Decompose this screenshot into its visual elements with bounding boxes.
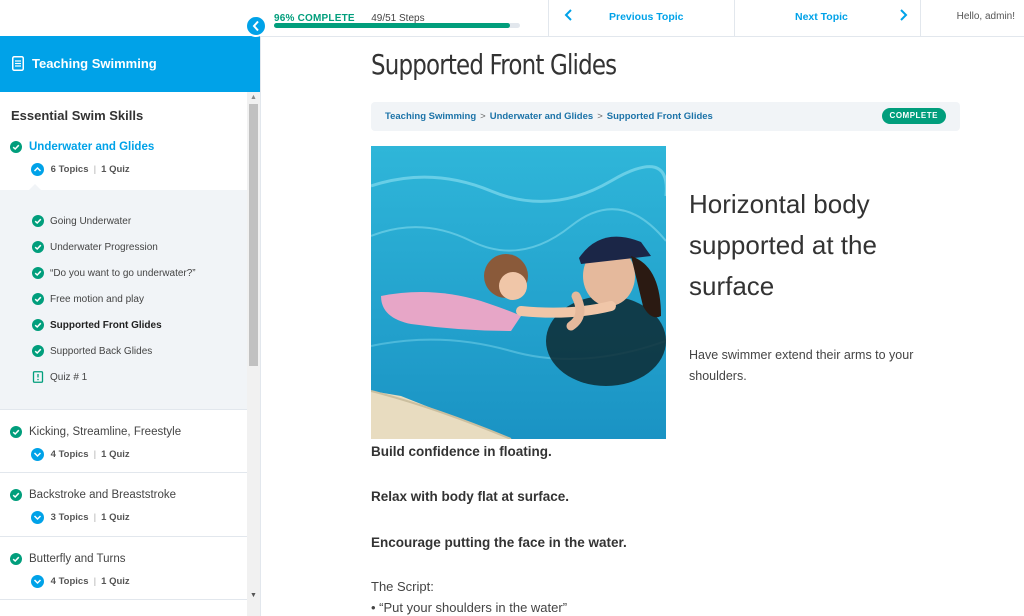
check-circle-icon [32,241,44,253]
chevron-right-icon [900,9,908,21]
course-progress: 96% COMPLETE 49/51 Steps [274,8,524,28]
instruction-paragraph: Have swimmer extend their arms to your s… [689,348,914,383]
divider [0,536,247,537]
topic-label: Supported Front Glides [50,320,162,331]
lesson-label: Underwater and Glides [29,141,155,153]
chevron-down-icon[interactable] [31,448,44,461]
lesson-quiz-count: 1 Quiz [101,512,130,524]
key-point: Encourage putting the face in the water. [371,535,627,550]
scroll-down-arrow[interactable]: ▼ [250,592,257,599]
lesson-quiz-count: 1 Quiz [101,576,130,588]
next-topic-button[interactable]: Next Topic [734,0,921,36]
progress-bar-fill [274,23,511,28]
scroll-up-arrow[interactable]: ▲ [250,94,257,101]
collapse-sidebar-button[interactable] [245,15,267,37]
lesson-quiz-count: 1 Quiz [101,449,130,461]
check-circle-icon [32,215,44,227]
check-circle-icon [10,426,22,438]
user-greeting[interactable]: Hello, admin! [920,0,1024,36]
breadcrumb: Teaching Swimming > Underwater and Glides >… [385,111,713,122]
lesson-label: Kicking, Streamline, Freestyle [29,426,182,438]
topic-label: Going Underwater [50,216,132,227]
check-circle-icon [32,319,44,331]
document-icon [12,56,24,71]
progress-bar [274,23,520,28]
divider [0,472,247,473]
status-badge: COMPLETE [881,108,946,124]
breadcrumb-topic[interactable]: Supported Front Glides [607,111,713,122]
breadcrumb-bar: Teaching Swimming > Underwater and Glides >… [371,102,960,131]
script-bullet: • “Put your shoulders in the water” [371,600,568,615]
divider [0,409,247,410]
lesson-meta: 6 Topics | 1 Quiz [31,163,130,176]
breadcrumb-course[interactable]: Teaching Swimming [385,111,476,122]
lesson-topic-count: 6 Topics [50,164,89,176]
previous-topic-button[interactable]: Previous Topic [548,0,735,36]
lesson-label: Butterfly and Turns [29,553,126,565]
sidebar-scroll-thumb[interactable] [249,104,258,366]
breadcrumb-lesson[interactable]: Underwater and Glides [490,111,593,122]
lesson-meta: 4 Topics | 1 Quiz [31,575,130,588]
chevron-down-icon[interactable] [31,511,44,524]
check-circle-icon [32,345,44,357]
lesson-topic-count: 4 Topics [50,449,89,461]
key-point: Build confidence in floating. [371,444,552,459]
quiz-label: Quiz # 1 [50,372,88,383]
page-title: Supported Front Glides [371,48,617,81]
previous-topic-label: Previous Topic [609,11,684,23]
check-circle-icon [10,489,22,501]
chevron-down-icon[interactable] [31,575,44,588]
check-circle-icon [10,141,22,153]
top-bar: 96% COMPLETE 49/51 Steps Previous Topic … [0,0,1024,37]
next-topic-label: Next Topic [795,11,848,23]
check-circle-icon [10,553,22,565]
section-headline: Horizontal body supported at the surface [689,189,877,301]
lesson-topic-count: 3 Topics [50,512,89,524]
course-title[interactable]: Teaching Swimming [32,56,157,71]
sidebar-header: Teaching Swimming [0,36,260,92]
lesson-meta: 4 Topics | 1 Quiz [31,448,130,461]
lesson-quiz-count: 1 Quiz [101,164,130,176]
course-sidebar: Teaching Swimming ▲ ▼ Essential Swim Ski… [0,36,261,616]
lesson-meta: 3 Topics | 1 Quiz [31,511,130,524]
key-point: Relax with body flat at surface. [371,489,570,504]
topic-label: “Do you want to go underwater?” [50,268,196,279]
check-circle-icon [32,267,44,279]
script-label: The Script: [371,579,434,594]
divider [0,599,247,600]
lesson-topic-count: 4 Topics [50,576,89,588]
swimming-lesson-photo [371,146,666,439]
topic-label: Underwater Progression [50,242,158,253]
quiz-icon [32,371,44,383]
topic-label: Free motion and play [50,294,144,305]
greeting-text: Hello, admin! [956,11,1015,22]
chevron-up-icon[interactable] [31,163,44,176]
chevron-left-icon [252,20,259,32]
check-circle-icon [32,293,44,305]
topic-label: Supported Back Glides [50,346,153,357]
topics-panel-caret [28,184,42,191]
lesson-label: Backstroke and Breaststroke [29,489,177,501]
chevron-left-icon [564,9,572,21]
section-heading: Essential Swim Skills [11,108,144,123]
